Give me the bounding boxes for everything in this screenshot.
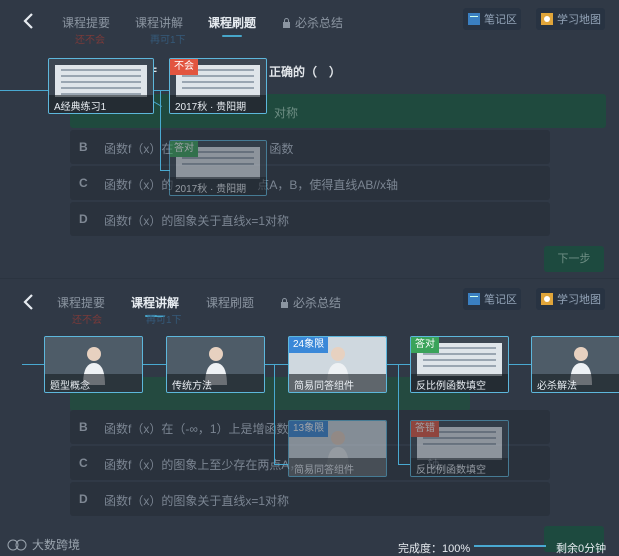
card-caption: 必杀解法 — [532, 374, 619, 392]
next-button[interactable]: 下一步 — [544, 246, 604, 272]
study-map-button[interactable]: 学习地图 — [536, 288, 605, 310]
tab-summary[interactable]: 必杀总结 — [282, 14, 343, 31]
option-d[interactable]: D 函数f（x）的图象关于直线x=1对称 — [70, 482, 550, 516]
card-caption: 反比例函数填空 — [411, 374, 508, 392]
option-b-key: B — [79, 420, 88, 434]
lesson-card[interactable]: 必杀解法 — [531, 336, 619, 393]
path-line — [398, 464, 410, 465]
card-caption: 传统方法 — [167, 374, 264, 392]
path-line — [398, 364, 399, 464]
option-d-key: D — [79, 212, 88, 226]
sub-label-retry: 再可1下 — [150, 35, 186, 46]
card-caption: 2017秋 · 贵阳期 — [170, 95, 266, 113]
status-badge: 答对 — [411, 337, 439, 353]
sub-label-retry: 再可1下 — [146, 315, 182, 326]
notes-label: 笔记区 — [484, 294, 517, 306]
sub-label-wrong: 还不会 — [75, 35, 105, 46]
notebook-icon — [468, 293, 480, 305]
map-icon — [541, 293, 553, 305]
lock-icon — [283, 18, 290, 28]
lesson-card[interactable]: 答错 反比例函数填空 — [410, 420, 509, 477]
card-caption: 简易同答组件 — [289, 458, 386, 476]
card-caption: 反比例函数填空 — [411, 458, 508, 476]
tab-lecture[interactable]: 课程讲解 — [135, 14, 183, 31]
option-d-text: 函数f（x）的图象关于直线x=1对称 — [104, 494, 290, 508]
lesson-card[interactable]: 24象限 简易同答组件 — [288, 336, 387, 393]
option-b-text: 函数f（x）在（-∞，1）上是增函数 — [104, 422, 289, 436]
card-caption: 2017秋 · 贵阳期 — [170, 177, 266, 195]
practice-card[interactable]: A经典练习1 — [48, 58, 154, 114]
lesson-card[interactable]: 传统方法 — [166, 336, 265, 393]
brand-mark-icon — [7, 539, 27, 550]
lock-icon — [281, 298, 288, 308]
option-a-text: 对称 — [274, 106, 299, 120]
option-d-key: D — [79, 492, 88, 506]
lesson-card[interactable]: 答对 反比例函数填空 — [410, 336, 509, 393]
status-badge: 答对 — [170, 141, 198, 157]
path-line — [154, 90, 169, 91]
back-arrow-icon[interactable] — [22, 12, 36, 30]
notebook-icon — [468, 13, 480, 25]
card-caption: 简易同答组件 — [289, 374, 386, 392]
lesson-card[interactable]: 13象限 简易同答组件 — [288, 420, 387, 477]
tab-lecture[interactable]: 课程讲解 — [131, 294, 179, 311]
path-line — [274, 464, 288, 465]
study-map-label: 学习地图 — [557, 14, 601, 26]
tab-summary[interactable]: 必杀总结 — [280, 294, 341, 311]
quadrant-badge: 13象限 — [289, 421, 329, 437]
notes-label: 笔记区 — [484, 14, 517, 26]
top-screen: 课程提要 课程讲解 课程刷题 必杀总结 笔记区 学习地图 还不会 再可1下 = … — [0, 0, 619, 278]
notes-button[interactable]: 笔记区 — [463, 288, 521, 310]
option-c[interactable]: C 函数f（x）的 点A，B，使得直线AB//x轴 — [70, 166, 550, 200]
study-map-label: 学习地图 — [557, 294, 601, 306]
map-icon — [541, 13, 553, 25]
lesson-card[interactable]: 题型概念 — [44, 336, 143, 393]
path-line — [0, 90, 48, 91]
tab-summary-label: 必杀总结 — [293, 296, 342, 310]
option-b[interactable]: B 函数f（x）在 函数 — [70, 130, 550, 164]
brand-name: 大数跨境 — [32, 538, 81, 552]
option-b-key: B — [79, 140, 88, 154]
card-caption: 题型概念 — [45, 374, 142, 392]
study-map-button[interactable]: 学习地图 — [536, 8, 605, 30]
option-c-key: C — [79, 456, 88, 470]
completion-label: 完成度：100% — [398, 543, 471, 555]
card-caption: A经典练习1 — [49, 95, 153, 113]
time-remaining: 剩余0分钟 — [556, 543, 607, 555]
doc-preview — [55, 65, 147, 97]
path-line — [160, 90, 161, 170]
brand-logo: 大数跨境 — [6, 536, 80, 553]
quadrant-badge: 24象限 — [289, 337, 329, 353]
tab-summary-label: 必杀总结 — [295, 16, 344, 30]
header: 课程提要 课程讲解 课程刷题 必杀总结 笔记区 学习地图 还不会 再可1下 — [0, 0, 619, 46]
option-c-key: C — [79, 176, 88, 190]
option-c-text: 函数f（x）的图象上至少存在两点A， 轴 — [104, 458, 440, 472]
status-badge: 答错 — [411, 421, 439, 437]
sub-label-wrong: 还不会 — [72, 315, 102, 326]
tab-overview[interactable]: 课程提要 — [62, 14, 110, 31]
tab-overview[interactable]: 课程提要 — [57, 294, 105, 311]
status-badge: 不会 — [170, 59, 198, 75]
completion-bar — [474, 545, 546, 547]
back-arrow-icon[interactable] — [22, 293, 36, 311]
header: 课程提要 课程讲解 课程刷题 必杀总结 笔记区 学习地图 还不会 再可1下 — [0, 279, 619, 326]
bottom-screen: 课程提要 课程讲解 课程刷题 必杀总结 笔记区 学习地图 还不会 再可1下 B 函… — [0, 279, 619, 556]
question-fragment: 正确的（ ） — [269, 65, 342, 79]
notes-button[interactable]: 笔记区 — [463, 8, 521, 30]
tab-practice[interactable]: 课程刷题 — [206, 294, 254, 311]
path-line — [274, 364, 275, 464]
tab-practice[interactable]: 课程刷题 — [208, 14, 256, 31]
practice-card[interactable]: 答对 2017秋 · 贵阳期 — [169, 140, 267, 196]
practice-card[interactable]: 不会 2017秋 · 贵阳期 — [169, 58, 267, 114]
option-d[interactable]: D 函数f（x）的图象关于直线x=1对称 — [70, 202, 550, 236]
option-d-text: 函数f（x）的图象关于直线x=1对称 — [104, 214, 290, 228]
